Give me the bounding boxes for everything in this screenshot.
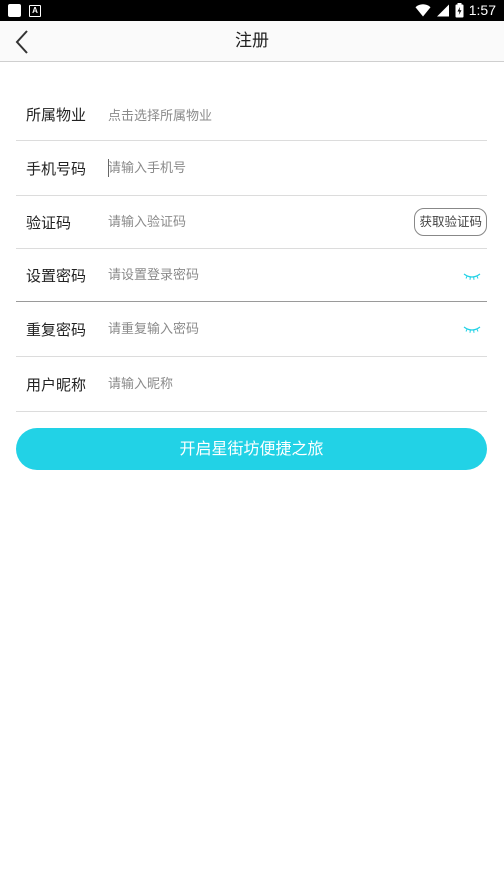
property-label: 所属物业 — [26, 105, 87, 124]
password-label: 设置密码 — [26, 266, 87, 285]
property-select[interactable]: 点击选择所属物业 — [108, 105, 487, 124]
notification-square-icon — [8, 4, 21, 17]
password-row: 设置密码 — [16, 249, 487, 302]
status-bar: A 1:57 — [0, 0, 504, 21]
repeat-password-row: 重复密码 — [16, 302, 487, 357]
nickname-label: 用户昵称 — [26, 375, 87, 394]
status-bar-system: 1:57 — [415, 2, 496, 19]
repeat-password-label: 重复密码 — [26, 320, 87, 339]
password-input[interactable] — [108, 260, 487, 290]
phone-input[interactable] — [108, 153, 487, 183]
code-label: 验证码 — [26, 213, 72, 232]
notification-a-icon: A — [29, 4, 41, 17]
wifi-icon — [415, 4, 431, 17]
page-title: 注册 — [235, 31, 269, 51]
nickname-input[interactable] — [108, 369, 487, 399]
submit-button[interactable]: 开启星街坊便捷之旅 — [16, 428, 487, 470]
phone-label: 手机号码 — [26, 159, 87, 178]
battery-icon — [455, 3, 464, 18]
phone-row: 手机号码 — [16, 141, 487, 196]
text-cursor — [108, 159, 109, 177]
eye-closed-icon[interactable] — [463, 271, 481, 281]
status-bar-notifications: A — [8, 4, 41, 17]
status-time: 1:57 — [468, 2, 496, 18]
nickname-row: 用户昵称 — [16, 357, 487, 412]
code-row: 验证码 获取验证码 — [16, 196, 487, 249]
property-row[interactable]: 所属物业 点击选择所属物业 — [16, 88, 487, 141]
nav-bar: 注册 — [0, 21, 504, 62]
register-form: 所属物业 点击选择所属物业 手机号码 验证码 获取验证码 设置密码 重复密码 用… — [16, 88, 487, 412]
signal-icon — [436, 4, 449, 17]
get-code-button[interactable]: 获取验证码 — [414, 208, 487, 236]
eye-closed-icon[interactable] — [463, 324, 481, 334]
repeat-password-input[interactable] — [108, 314, 487, 344]
